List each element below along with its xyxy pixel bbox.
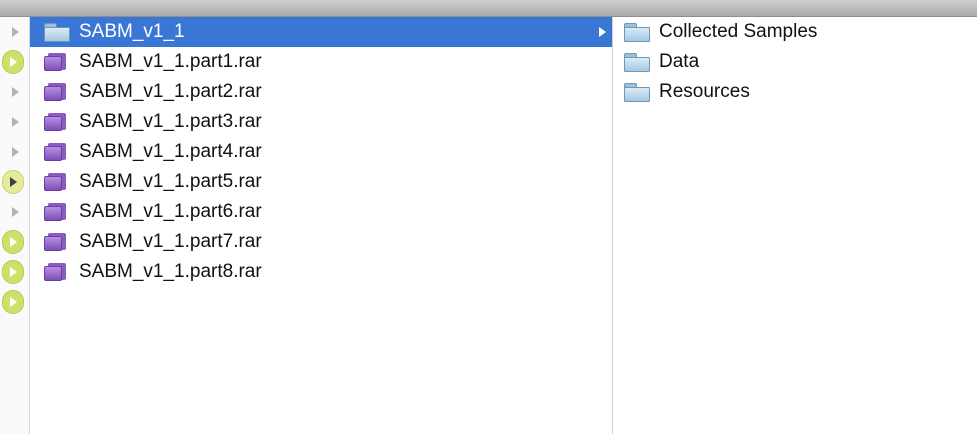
rar-archive-icon — [44, 172, 70, 192]
gutter-marker-4[interactable] — [0, 107, 29, 137]
folder-icon — [624, 83, 650, 102]
rar-archive-icon — [44, 142, 70, 162]
item-label: SABM_v1_1.part1.rar — [79, 51, 262, 72]
play-badge-icon[interactable] — [2, 230, 24, 254]
browser-column-2: Collected Samples Data Resources — [614, 17, 977, 434]
gutter-marker-5[interactable] — [0, 137, 29, 167]
list-item-folder-selected[interactable]: SABM_v1_1 — [30, 17, 612, 47]
rar-archive-icon — [44, 112, 70, 132]
play-badge-icon[interactable] — [2, 260, 24, 284]
gutter-marker-6[interactable] — [0, 167, 29, 197]
rar-archive-icon — [44, 202, 70, 222]
list-item[interactable]: SABM_v1_1.part4.rar — [30, 137, 612, 167]
gutter-marker-8[interactable] — [0, 227, 29, 257]
folder-icon — [624, 53, 650, 72]
item-label: SABM_v1_1.part8.rar — [79, 261, 262, 282]
list-item[interactable]: Data — [614, 47, 977, 77]
item-label: SABM_v1_1.part2.rar — [79, 81, 262, 102]
list-item[interactable]: SABM_v1_1.part6.rar — [30, 197, 612, 227]
gutter-marker-7[interactable] — [0, 197, 29, 227]
item-label: Resources — [659, 81, 750, 102]
item-label: SABM_v1_1 — [79, 21, 185, 42]
list-item[interactable]: SABM_v1_1.part8.rar — [30, 257, 612, 287]
item-label: Data — [659, 51, 700, 72]
list-item[interactable]: SABM_v1_1.part3.rar — [30, 107, 612, 137]
left-gutter — [0, 17, 30, 434]
disclosure-triangle-icon[interactable] — [12, 27, 19, 37]
item-label: Collected Samples — [659, 21, 818, 42]
rar-archive-icon — [44, 262, 70, 282]
list-item[interactable]: SABM_v1_1.part7.rar — [30, 227, 612, 257]
chevron-right-icon — [599, 27, 606, 37]
list-item[interactable]: Resources — [614, 77, 977, 107]
list-item[interactable]: Collected Samples — [614, 17, 977, 47]
play-badge-icon[interactable] — [2, 290, 24, 314]
gutter-marker-3[interactable] — [0, 77, 29, 107]
item-label: SABM_v1_1.part3.rar — [79, 111, 262, 132]
gutter-marker-9[interactable] — [0, 257, 29, 287]
browser-column-1: SABM_v1_1 SABM_v1_1.part1.rar SABM_v1_1.… — [30, 17, 613, 434]
play-badge-icon[interactable] — [2, 50, 24, 74]
disclosure-triangle-icon[interactable] — [12, 117, 19, 127]
disclosure-triangle-icon[interactable] — [12, 87, 19, 97]
gutter-marker-10[interactable] — [0, 287, 29, 317]
disclosure-triangle-icon[interactable] — [12, 207, 19, 217]
item-label: SABM_v1_1.part6.rar — [79, 201, 262, 222]
gutter-marker-1[interactable] — [0, 17, 29, 47]
item-label: SABM_v1_1.part7.rar — [79, 231, 262, 252]
list-item[interactable]: SABM_v1_1.part5.rar — [30, 167, 612, 197]
item-label: SABM_v1_1.part5.rar — [79, 171, 262, 192]
window-top-strip — [0, 0, 977, 17]
play-badge-active-icon[interactable] — [2, 170, 24, 194]
disclosure-triangle-icon[interactable] — [12, 147, 19, 157]
rar-archive-icon — [44, 52, 70, 72]
list-item[interactable]: SABM_v1_1.part1.rar — [30, 47, 612, 77]
item-label: SABM_v1_1.part4.rar — [79, 141, 262, 162]
folder-icon — [624, 23, 650, 42]
rar-archive-icon — [44, 232, 70, 252]
list-item[interactable]: SABM_v1_1.part2.rar — [30, 77, 612, 107]
rar-archive-icon — [44, 82, 70, 102]
folder-icon — [44, 23, 70, 42]
gutter-marker-2[interactable] — [0, 47, 29, 77]
